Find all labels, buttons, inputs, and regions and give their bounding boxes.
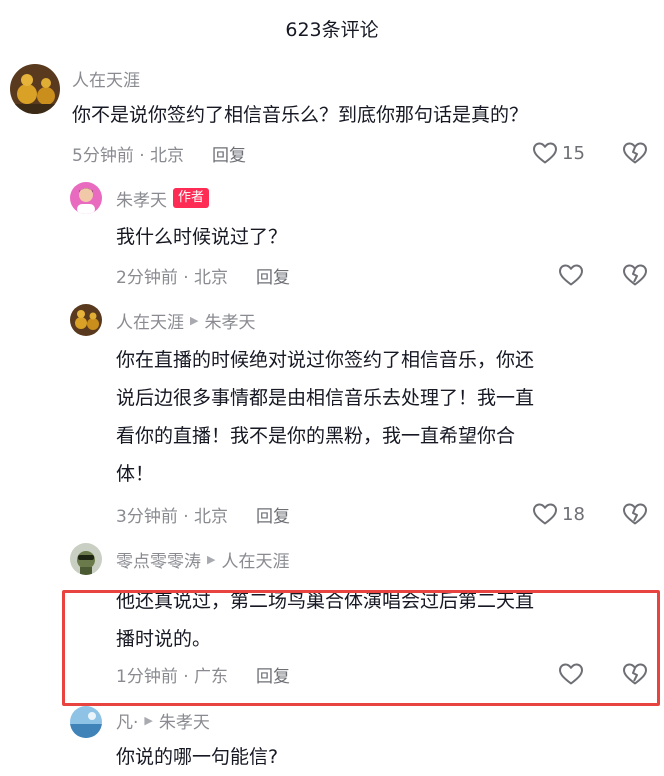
broken-heart-icon (623, 663, 647, 685)
dislike-button[interactable] (622, 139, 648, 167)
avatar[interactable] (70, 182, 102, 214)
reply-button[interactable]: 回复 (212, 141, 246, 166)
comment-text: 他还真说过，第二场鸟巢合体演唱会过后第二天直 播时说的。 (116, 582, 534, 658)
comment-meta: 1分钟前 · 广东 回复 (116, 662, 290, 687)
comment-text-line: 他还真说过，第二场鸟巢合体演唱会过后第二天直 (116, 590, 535, 612)
comment-meta: 3分钟前 · 北京 回复 (116, 502, 290, 527)
author-badge: 作者 (173, 188, 210, 208)
avatar[interactable] (70, 706, 102, 738)
comment-author[interactable]: 零点零零涛 (116, 547, 201, 572)
heart-outline-icon (533, 142, 557, 164)
comment-text: 你在直播的时候绝对说过你签约了相信音乐，你还 说后边很多事情都是由相信音乐去处理… (116, 341, 534, 493)
dislike-button[interactable] (622, 261, 648, 289)
dislike-button[interactable] (622, 660, 648, 688)
avatar[interactable] (10, 64, 60, 114)
comment-meta: 2分钟前 · 北京 回复 (116, 263, 290, 288)
heart-outline-icon (559, 264, 583, 286)
avatar[interactable] (70, 304, 102, 336)
reply-to-user[interactable]: 朱孝天 (159, 708, 210, 733)
comment-author-row: 凡· ▶ 朱孝天 (116, 708, 210, 733)
like-button[interactable]: 15 (532, 139, 585, 167)
comment-author-row: 朱孝天 作者 (116, 186, 210, 211)
like-button[interactable] (558, 660, 584, 688)
comment-author-row: 人在天涯 ▶ 朱孝天 (116, 308, 255, 333)
comment-author-row: 零点零零涛 ▶ 人在天涯 (116, 547, 289, 572)
avatar[interactable] (70, 543, 102, 575)
broken-heart-icon (623, 503, 647, 525)
triangle-right-icon: ▶ (144, 713, 153, 727)
heart-outline-icon (559, 663, 583, 685)
comment-text-line: 体！ (116, 463, 155, 485)
triangle-right-icon: ▶ (190, 313, 199, 327)
comment-time-location: 1分钟前 · 广东 (116, 666, 229, 687)
comment-author[interactable]: 朱孝天 (116, 186, 167, 211)
reply-to-user[interactable]: 朱孝天 (204, 308, 255, 333)
like-button[interactable] (558, 261, 584, 289)
like-count: 18 (562, 503, 585, 525)
comment-author[interactable]: 人在天涯 (116, 308, 184, 333)
comment-text: 你说的哪一句能信? (116, 746, 279, 768)
comment-text-line: 你在直播的时候绝对说过你签约了相信音乐，你还 (116, 349, 535, 371)
comment-author[interactable]: 人在天涯 (72, 66, 140, 91)
like-button[interactable]: 18 (532, 500, 585, 528)
comment-time-location: 2分钟前 · 北京 (116, 267, 229, 288)
like-count: 15 (562, 142, 585, 164)
comment-text-line: 看你的直播！我不是你的黑粉，我一直希望你合 (116, 425, 516, 447)
heart-outline-icon (533, 503, 557, 525)
broken-heart-icon (623, 264, 647, 286)
dislike-button[interactable] (622, 500, 648, 528)
comment-time-location: 5分钟前 · 北京 (72, 145, 185, 166)
reply-button[interactable]: 回复 (256, 502, 290, 527)
comment-count-title: 623条评论 (285, 18, 379, 41)
broken-heart-icon (623, 142, 647, 164)
comment-meta: 5分钟前 · 北京 回复 (72, 141, 246, 166)
reply-button[interactable]: 回复 (256, 662, 290, 687)
comment-time-location: 3分钟前 · 北京 (116, 506, 229, 527)
comment-text-line: 说后边很多事情都是由相信音乐去处理了！我一直 (116, 387, 535, 409)
comment-text: 我什么时候说过了？ (116, 226, 288, 248)
comment-author-row: 人在天涯 (72, 66, 140, 91)
reply-to-user[interactable]: 人在天涯 (221, 547, 289, 572)
comment-text-line: 播时说的。 (116, 628, 212, 650)
reply-button[interactable]: 回复 (256, 263, 290, 288)
triangle-right-icon: ▶ (207, 552, 216, 566)
comment-author[interactable]: 凡· (116, 708, 138, 733)
comments-header: 623条评论 (0, 0, 664, 56)
comment-text: 你不是说你签约了相信音乐么？到底你那句话是真的？ (72, 104, 529, 126)
